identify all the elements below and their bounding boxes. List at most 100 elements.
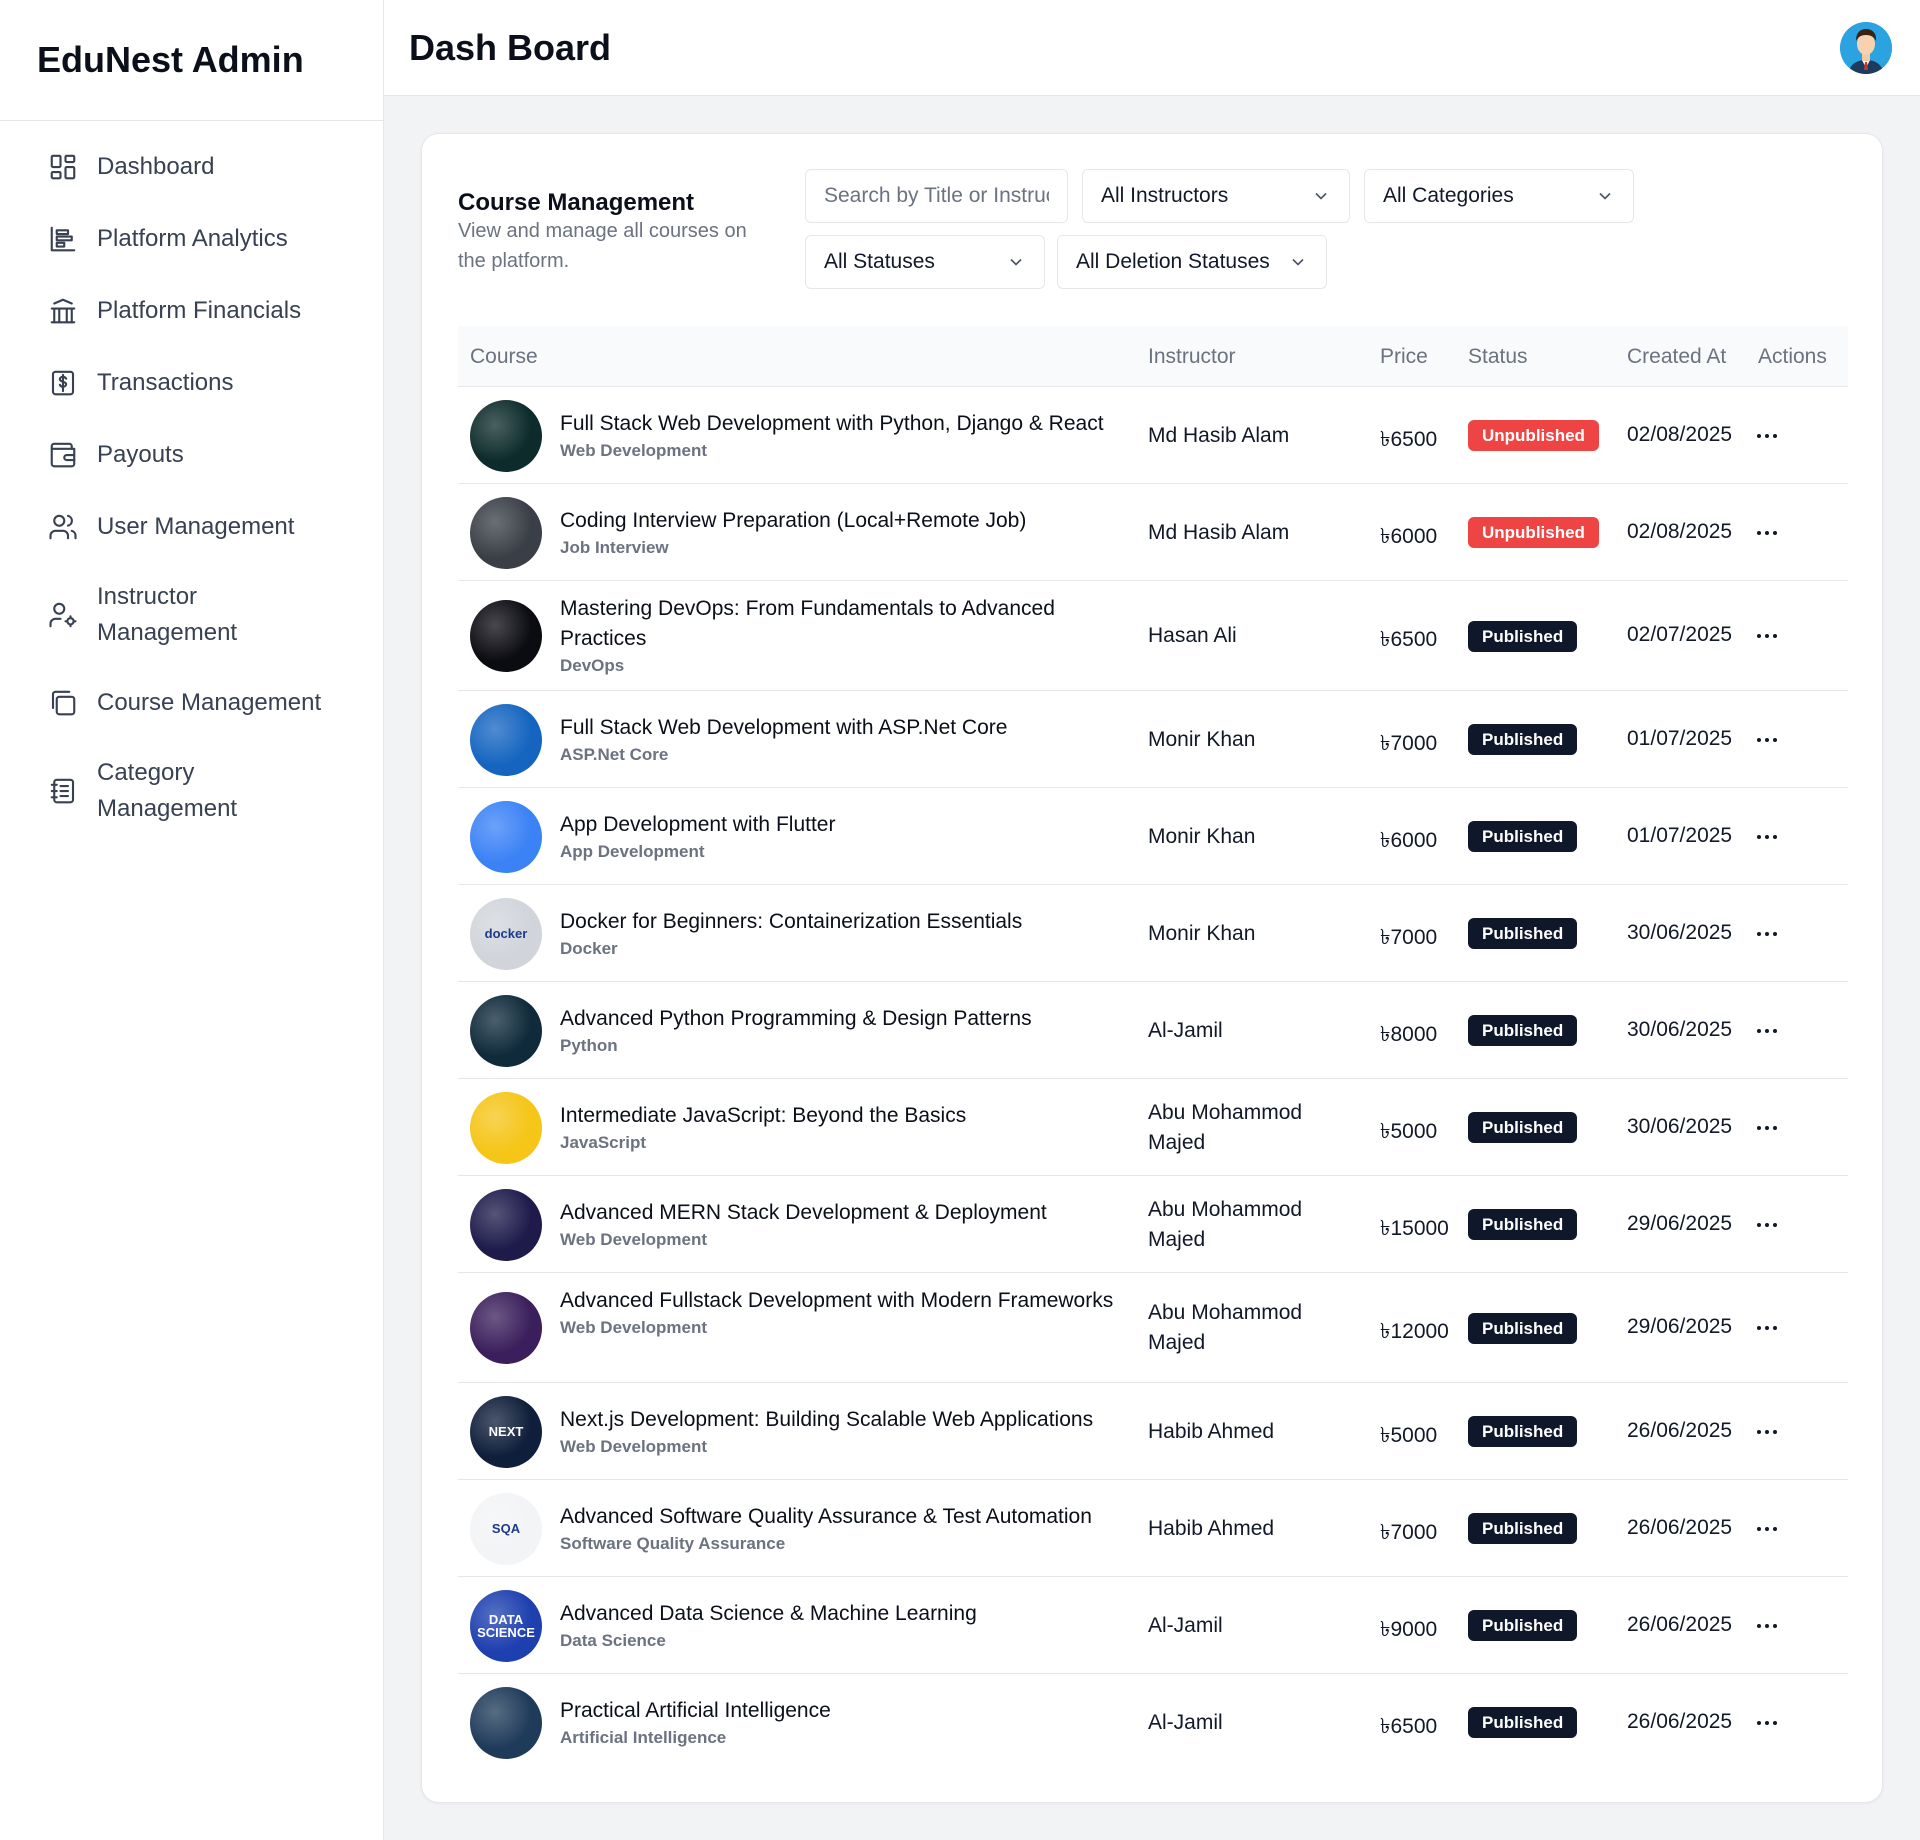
created-date: 26/06/2025: [1627, 1418, 1733, 1442]
course-title[interactable]: Mastering DevOps: From Fundamentals to A…: [560, 594, 1120, 654]
table-row[interactable]: NEXT Next.js Development: Building Scalab…: [458, 1383, 1848, 1480]
chevron-down-icon: [1311, 186, 1331, 206]
users-icon: [47, 511, 79, 543]
category-filter-select[interactable]: All Categories: [1364, 169, 1634, 223]
more-actions-icon[interactable]: [1750, 521, 1784, 545]
course-title[interactable]: Advanced Python Programming & Design Pat…: [560, 1004, 1120, 1034]
chevron-down-icon: [1288, 252, 1308, 272]
more-actions-icon[interactable]: [1750, 825, 1784, 849]
created-date: 01/07/2025: [1627, 726, 1733, 750]
created-date: 26/06/2025: [1627, 1612, 1733, 1636]
instructor-name: Al-Jamil: [1148, 1613, 1223, 1637]
course-title[interactable]: Full Stack Web Development with Python, …: [560, 409, 1120, 439]
thumbnail-logo-text: docker: [484, 926, 528, 941]
avatar[interactable]: [1840, 22, 1892, 74]
course-title[interactable]: Advanced MERN Stack Development & Deploy…: [560, 1198, 1120, 1228]
course-title[interactable]: Next.js Development: Building Scalable W…: [560, 1405, 1120, 1435]
more-actions-icon[interactable]: [1750, 1614, 1784, 1638]
course-cell: Advanced MERN Stack Development & Deploy…: [560, 1198, 1120, 1252]
course-category: Docker: [560, 938, 618, 958]
table-row[interactable]: SQA Advanced Software Quality Assurance &…: [458, 1480, 1848, 1577]
table-row[interactable]: DATA SCIENCE Advanced Data Science & Mach…: [458, 1577, 1848, 1674]
sidebar-item-payouts[interactable]: Payouts: [0, 435, 383, 475]
search-input[interactable]: [805, 169, 1068, 223]
status-badge: Published: [1468, 1015, 1578, 1046]
column-header-instructor: Instructor: [1148, 345, 1236, 368]
table-row[interactable]: Coding Interview Preparation (Local+Remo…: [458, 484, 1848, 581]
dashboard-grid-icon: [47, 151, 79, 183]
more-actions-icon[interactable]: [1750, 1316, 1784, 1340]
thumbnail-logo-text: DATA SCIENCE: [477, 1611, 535, 1640]
course-cell: Advanced Software Quality Assurance & Te…: [560, 1502, 1120, 1556]
sidebar-item-dashboard[interactable]: Dashboard: [0, 147, 383, 187]
course-title[interactable]: Advanced Data Science & Machine Learning: [560, 1599, 1120, 1629]
sidebar-item-instructor-management[interactable]: Instructor Management: [0, 579, 383, 651]
sidebar-item-platform-analytics[interactable]: Platform Analytics: [0, 219, 383, 259]
analytics-icon: [47, 223, 79, 255]
sidebar-item-category-management[interactable]: Category Management: [0, 755, 383, 827]
sidebar-item-label: Platform Analytics: [97, 225, 288, 252]
table-row[interactable]: Advanced Fullstack Development with Mode…: [458, 1273, 1848, 1383]
status-badge: Published: [1468, 1513, 1578, 1544]
course-thumbnail: [470, 800, 542, 873]
sidebar-item-label: Transactions: [97, 369, 234, 396]
table-row[interactable]: App Development with Flutter App Developm…: [458, 788, 1848, 885]
sidebar-item-platform-financials[interactable]: Platform Financials: [0, 291, 383, 331]
instructor-name: Md Hasib Alam: [1148, 520, 1290, 544]
more-actions-icon[interactable]: [1750, 922, 1784, 946]
instructor-name: Abu Mohammod Majed: [1148, 1100, 1303, 1154]
more-actions-icon[interactable]: [1750, 1019, 1784, 1043]
status-badge: Unpublished: [1468, 420, 1599, 451]
course-category: Software Quality Assurance: [560, 1533, 786, 1553]
table-row[interactable]: Practical Artificial Intelligence Artific…: [458, 1674, 1848, 1771]
sidebar-item-course-management[interactable]: Course Management: [0, 683, 383, 723]
course-thumbnail: [470, 1686, 542, 1759]
deletion-filter-value: All Deletion Statuses: [1076, 250, 1270, 273]
more-actions-icon[interactable]: [1750, 1213, 1784, 1237]
deletion-status-filter-select[interactable]: All Deletion Statuses: [1057, 235, 1327, 289]
column-header-actions: Actions: [1758, 345, 1827, 368]
table-row[interactable]: Full Stack Web Development with Python, …: [458, 387, 1848, 484]
more-actions-icon[interactable]: [1750, 1711, 1784, 1735]
course-title[interactable]: App Development with Flutter: [560, 810, 1120, 840]
course-title[interactable]: Advanced Fullstack Development with Mode…: [560, 1286, 1120, 1316]
course-cell: Advanced Python Programming & Design Pat…: [560, 1004, 1120, 1058]
course-cell: App Development with Flutter App Developm…: [560, 810, 1120, 864]
course-title[interactable]: Intermediate JavaScript: Beyond the Basi…: [560, 1101, 1120, 1131]
course-title[interactable]: Docker for Beginners: Containerization E…: [560, 907, 1120, 937]
course-thumbnail: DATA SCIENCE: [470, 1589, 542, 1662]
table-row[interactable]: Mastering DevOps: From Fundamentals to A…: [458, 581, 1848, 691]
course-price: ৳6500: [1380, 628, 1438, 651]
table-row[interactable]: Intermediate JavaScript: Beyond the Basi…: [458, 1079, 1848, 1176]
course-title[interactable]: Full Stack Web Development with ASP.Net …: [560, 713, 1120, 743]
status-filter-select[interactable]: All Statuses: [805, 235, 1045, 289]
sidebar-item-user-management[interactable]: User Management: [0, 507, 383, 547]
sidebar-item-transactions[interactable]: Transactions: [0, 363, 383, 403]
more-actions-icon[interactable]: [1750, 424, 1784, 448]
table-row[interactable]: Advanced MERN Stack Development & Deploy…: [458, 1176, 1848, 1273]
more-actions-icon[interactable]: [1750, 1517, 1784, 1541]
status-filter-value: All Statuses: [824, 250, 935, 273]
course-price: ৳5000: [1380, 1119, 1438, 1143]
course-title[interactable]: Coding Interview Preparation (Local+Remo…: [560, 506, 1120, 536]
status-badge: Published: [1468, 821, 1578, 852]
more-actions-icon[interactable]: [1750, 1116, 1784, 1140]
created-date: 02/08/2025: [1627, 422, 1733, 446]
more-actions-icon[interactable]: [1750, 624, 1784, 648]
table-row[interactable]: Full Stack Web Development with ASP.Net …: [458, 691, 1848, 788]
table-row[interactable]: docker Docker for Beginners: Containeriza…: [458, 885, 1848, 982]
course-title[interactable]: Practical Artificial Intelligence: [560, 1696, 1120, 1726]
course-price: ৳8000: [1380, 1022, 1438, 1046]
user-cog-icon: [47, 599, 79, 631]
more-actions-icon[interactable]: [1750, 728, 1784, 752]
course-thumbnail: [470, 994, 542, 1067]
table-row[interactable]: Advanced Python Programming & Design Pat…: [458, 982, 1848, 1079]
instructor-name: Abu Mohammod Majed: [1148, 1197, 1303, 1251]
course-category: Data Science: [560, 1630, 666, 1650]
created-date: 02/07/2025: [1627, 623, 1733, 646]
column-header-created-at: Created At: [1627, 345, 1727, 368]
course-title[interactable]: Advanced Software Quality Assurance & Te…: [560, 1502, 1120, 1532]
thumbnail-logo-text: SQA: [491, 1521, 521, 1536]
more-actions-icon[interactable]: [1750, 1420, 1784, 1444]
instructor-filter-select[interactable]: All Instructors: [1082, 169, 1350, 223]
